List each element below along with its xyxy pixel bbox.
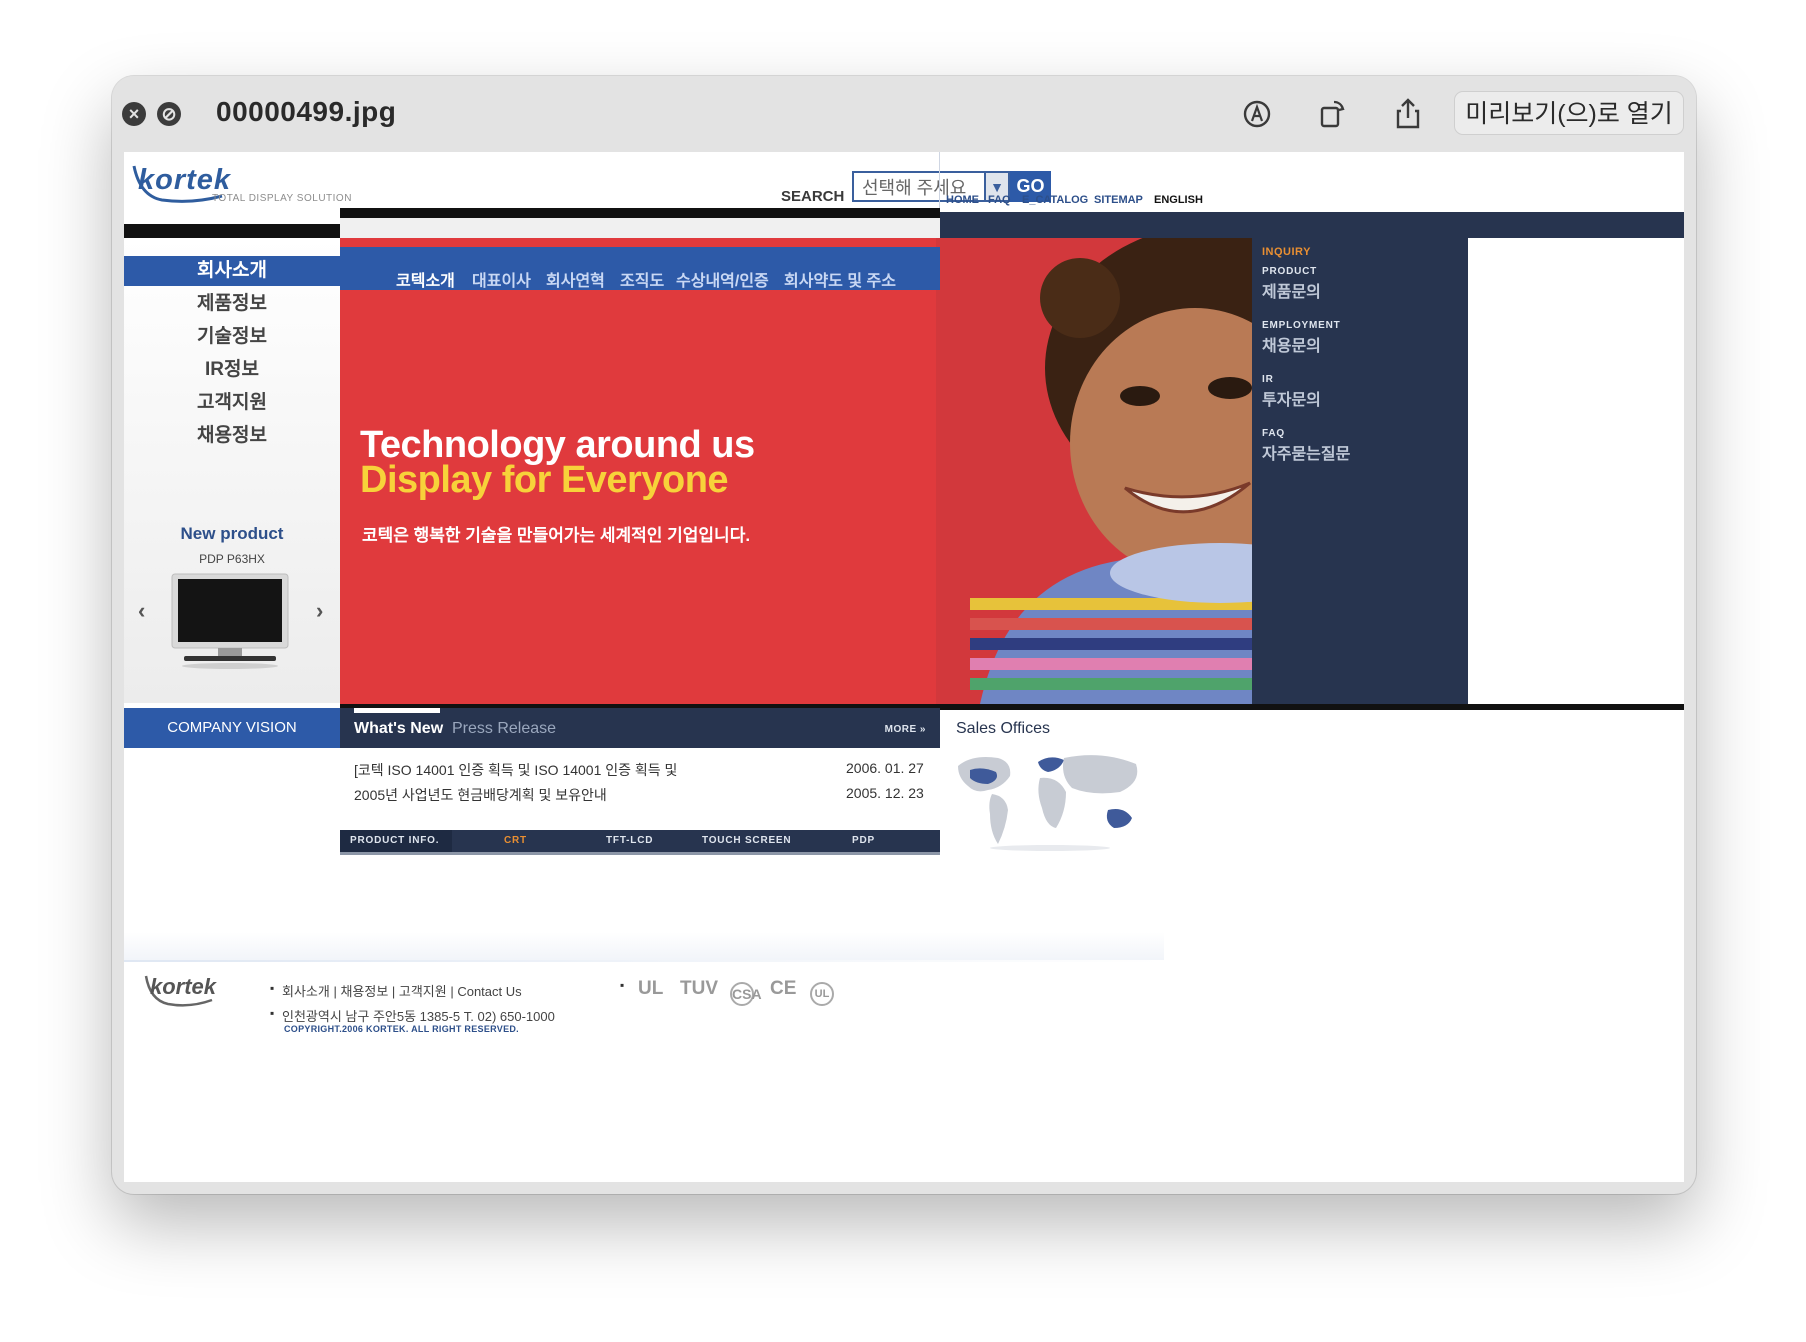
nav-careers[interactable]: 채용정보 [124, 421, 340, 451]
web-page: kortek TOTAL DISPLAY SOLUTION SEARCH 선택해… [124, 152, 1684, 1182]
header-bar-black-center [340, 208, 940, 218]
nav-ir[interactable]: IR정보 [124, 355, 340, 385]
tab-whats-new[interactable]: What's New [354, 720, 443, 738]
top-link-ecatalog[interactable]: E_CATALOG [1022, 194, 1088, 206]
top-link-english[interactable]: ENGLISH [1154, 194, 1203, 206]
left-navigation: 회사소개 제품정보 기술정보 IR정보 고객지원 채용정보 New produc… [124, 238, 340, 703]
chevron-left-icon[interactable]: ‹ [138, 598, 145, 624]
product-info-bar: PRODUCT INFO. CRT TFT-LCD TOUCH SCREEN P… [340, 830, 940, 855]
new-product-title: New product [180, 524, 284, 543]
logo-tagline: TOTAL DISPLAY SOLUTION [212, 193, 352, 204]
inquiry-employment-label[interactable]: EMPLOYMENT [1262, 320, 1341, 331]
tab-kortek-intro[interactable]: 코텍소개 [396, 267, 455, 291]
inquiry-product-link[interactable]: 제품문의 [1262, 278, 1321, 302]
preview-window: × ⊘ 00000499.jpg 미리보기(으)로 열기 kortek TOTA… [112, 76, 1696, 1194]
product-crt[interactable]: CRT [504, 835, 527, 846]
nav-support[interactable]: 고객지원 [124, 388, 340, 418]
footer-divider [124, 960, 1164, 962]
tab-press-release[interactable]: Press Release [452, 720, 556, 738]
rotate-icon[interactable] [1312, 94, 1352, 134]
more-link[interactable]: MORE » [885, 724, 926, 735]
product-pdp[interactable]: PDP [852, 835, 875, 846]
inquiry-ir-link[interactable]: 투자문의 [1262, 386, 1321, 410]
tab-location[interactable]: 회사약도 및 주소 [784, 267, 896, 291]
nav-products[interactable]: 제품정보 [124, 289, 340, 319]
bullet-icon: ▪ [620, 978, 625, 992]
news-item-title[interactable]: [코텍 ISO 14001 인증 획득 및 ISO 14001 인증 획득 및 [354, 760, 677, 780]
ul-cert-icon: UL [638, 978, 664, 999]
active-tab-indicator [354, 708, 440, 713]
tab-awards[interactable]: 수상내역/인증 [676, 267, 769, 291]
inquiry-employment-link[interactable]: 채용문의 [1262, 332, 1321, 356]
inquiry-panel: INQUIRY PRODUCT 제품문의 EMPLOYMENT 채용문의 IR … [1252, 238, 1468, 704]
news-tab-bar: What's New Press Release MORE » [340, 708, 940, 748]
footer-links[interactable]: 회사소개 | 채용정보 | 고객지원 | Contact Us [282, 981, 522, 1000]
ul-circle-cert-icon: UL [810, 982, 834, 1006]
inquiry-faq-label[interactable]: FAQ [1262, 428, 1285, 439]
footer-logo[interactable]: kortek [150, 974, 216, 1000]
hero-subline: 코텍은 행복한 기술을 만들어가는 세계적인 기업입니다. [362, 526, 751, 545]
search-label: SEARCH [781, 188, 845, 205]
top-link-faq[interactable]: FAQ [988, 194, 1011, 206]
header-bar-black [124, 224, 340, 238]
tab-history[interactable]: 회사연혁 [546, 267, 605, 291]
header-divider [939, 152, 940, 212]
nav-technology[interactable]: 기술정보 [124, 322, 340, 352]
new-product-model: PDP P63HX [199, 552, 265, 566]
nav-company[interactable]: 회사소개 [124, 256, 340, 286]
company-vision-button[interactable]: COMPANY VISION [124, 708, 340, 748]
inquiry-heading: INQUIRY [1262, 246, 1311, 258]
no-entry-icon[interactable]: ⊘ [157, 102, 181, 126]
inquiry-ir-label[interactable]: IR [1262, 374, 1274, 385]
markup-icon[interactable] [1237, 94, 1277, 134]
product-tft-lcd[interactable]: TFT-LCD [606, 835, 653, 846]
footer-gradient [124, 932, 1164, 962]
chevron-right-icon[interactable]: › [316, 598, 323, 624]
product-info-label: PRODUCT INFO. [350, 835, 440, 846]
footer-copyright: COPYRIGHT.2006 KORTEK. ALL RIGHT RESERVE… [284, 1024, 519, 1034]
inquiry-product-label[interactable]: PRODUCT [1262, 266, 1317, 277]
title-bar: × ⊘ 00000499.jpg 미리보기(으)로 열기 [112, 76, 1696, 152]
tab-organization[interactable]: 조직도 [620, 267, 664, 291]
bullet-icon: ▪ [270, 1006, 275, 1020]
close-icon[interactable]: × [122, 102, 146, 126]
product-image-pdp[interactable] [170, 570, 292, 670]
news-item-date: 2005. 12. 23 [846, 785, 924, 801]
ce-cert-icon: CE [770, 978, 797, 999]
csa-cert-icon: CSA [730, 982, 762, 1006]
tab-ceo[interactable]: 대표이사 [472, 267, 531, 291]
header-bar-navy [940, 212, 1684, 238]
hero-submenu-bar: 코텍소개 대표이사 회사연혁 조직도 수상내역/인증 회사약도 및 주소 [340, 247, 940, 290]
tuv-cert-icon: TUV [680, 978, 718, 999]
share-icon[interactable] [1388, 94, 1428, 134]
window-title: 00000499.jpg [216, 96, 397, 127]
news-item-title[interactable]: 2005년 사업년도 현금배당계획 및 보유안내 [354, 785, 607, 805]
inquiry-faq-link[interactable]: 자주묻는질문 [1262, 440, 1350, 464]
product-touch-screen[interactable]: TOUCH SCREEN [702, 835, 791, 846]
hero-headline-2: Display for Everyone [360, 459, 729, 501]
footer-address: 인천광역시 남구 주안5동 1385-5 T. 02) 650-1000 [282, 1009, 555, 1024]
open-in-preview-button[interactable]: 미리보기(으)로 열기 [1454, 91, 1684, 135]
top-link-sitemap[interactable]: SITEMAP [1094, 194, 1143, 206]
header-bar-gray [340, 218, 940, 240]
news-item-date: 2006. 01. 27 [846, 760, 924, 776]
world-map[interactable] [952, 748, 1148, 852]
top-link-home[interactable]: HOME [946, 194, 979, 206]
sales-offices-title: Sales Offices [956, 720, 1050, 737]
bullet-icon: ▪ [270, 981, 275, 995]
